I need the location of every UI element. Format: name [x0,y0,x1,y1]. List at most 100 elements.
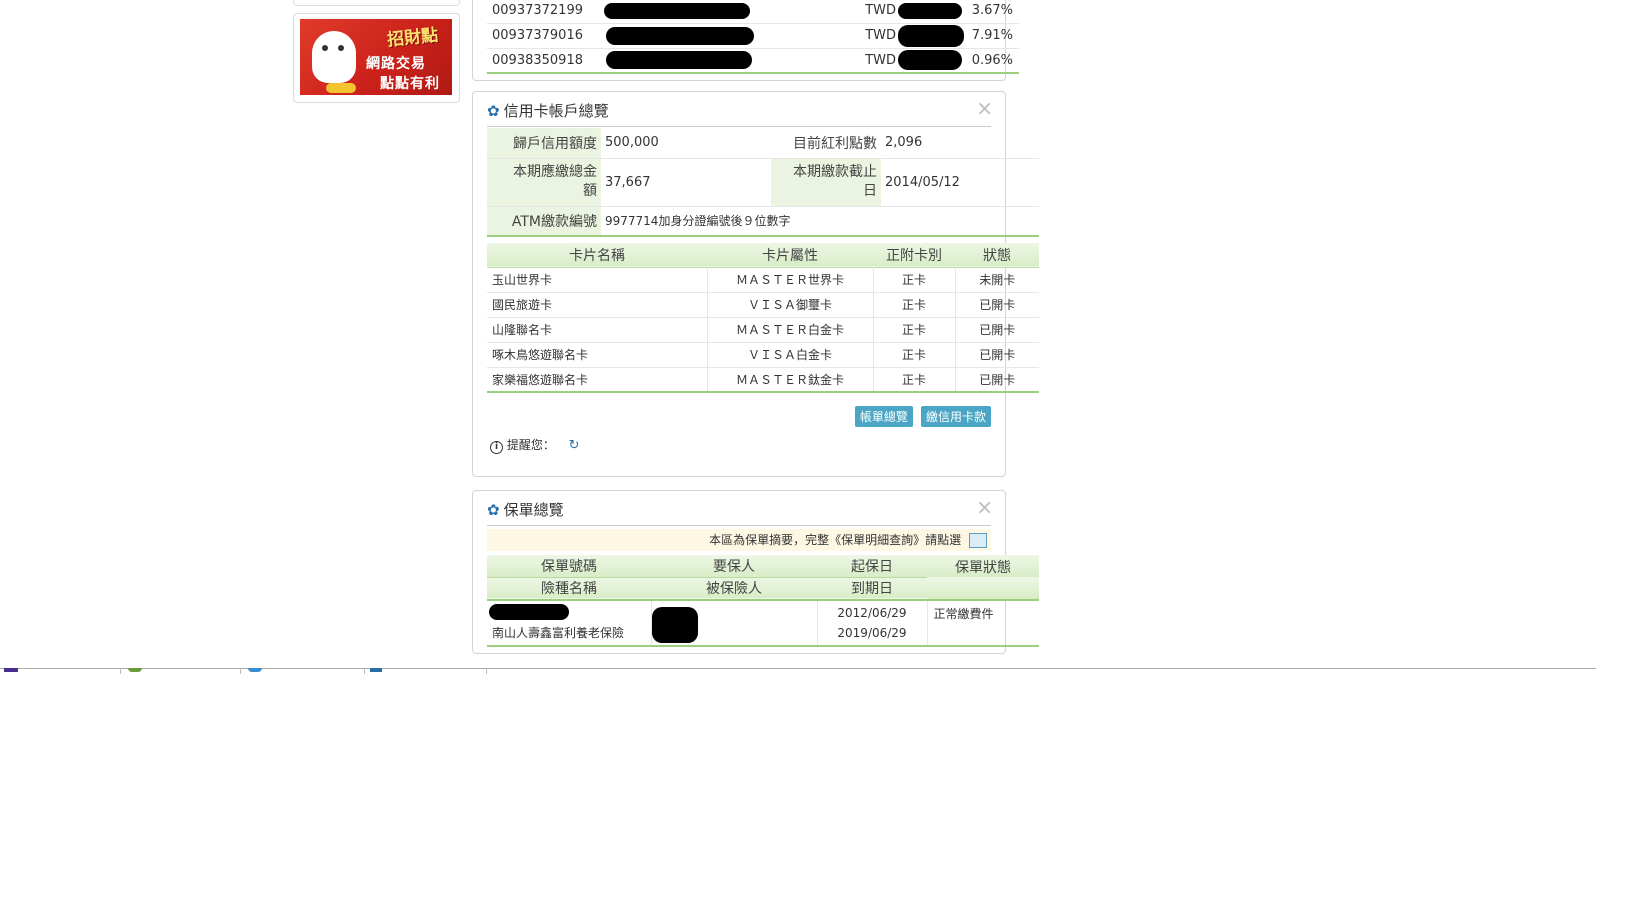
atm-value: 9977714加身分證編號後９位數字 [605,214,791,229]
taskbar-icon[interactable] [4,668,18,672]
deadline-label: 本期繳款截止 日 [771,158,881,206]
redacted-mark [606,51,752,70]
card-type: 正卡 [873,292,956,317]
card-status: 未開卡 [979,273,1016,287]
taskbar-icon[interactable] [248,668,262,672]
cards-header-row: 卡片名稱 卡片屬性 正附卡別 狀態 [487,243,1039,267]
promo-line-1: 網路交易 [366,56,426,72]
table-row: ATM繳款編號 9977714加身分證編號後９位數字 [487,206,1039,236]
table-row: 啄木鳥悠遊聯名卡 ＶＩＳＡ白金卡 正卡 已開卡 [487,342,1039,367]
card-attr: ＶＩＳＡ御璽卡 [707,292,874,317]
deadline-value: 2014/05/12 [885,174,960,190]
reminder: i 提醒您： ↻ [490,436,580,454]
card-status: 已開卡 [979,348,1016,362]
limit-value: 500,000 [605,135,659,151]
card-attr: ＶＩＳＡ白金卡 [707,342,874,367]
statement-overview-button[interactable]: 帳單總覽 [854,406,913,427]
fund-currency: TWD [865,28,896,43]
gear-icon[interactable]: ✿ [487,102,500,120]
panel-title: ✿ 保單總覽 [487,499,564,520]
card-type: 正卡 [873,342,956,367]
panel-title: ✿ 信用卡帳戶總覽 [487,100,609,121]
fund-account: 00937372199 [492,3,583,19]
policy-people-cell [651,600,818,646]
credit-title: 信用卡帳戶總覽 [503,102,609,120]
info-icon: i [490,441,503,454]
divider [487,126,991,127]
table-row: 國民旅遊卡 ＶＩＳＡ御璽卡 正卡 已開卡 [487,292,1039,317]
col-insured: 被保險人 [651,576,817,600]
redacted-mark [651,607,698,643]
col-policy-status: 保單狀態 [955,560,1011,576]
close-icon[interactable]: × [976,497,993,517]
redacted-mark [489,604,569,620]
redacted-mark [606,26,754,45]
promo-badge: 招財點 [386,25,440,51]
redacted-mark [898,2,962,19]
limit-label: 歸戶信用額度 [487,128,601,158]
col-applicant: 要保人 [713,558,755,575]
fund-currency: TWD [865,52,896,68]
fund-account: 00938350918 [492,52,583,68]
col-card-type: 正附卡別 [886,247,942,264]
policy-status: 正常繳費件 [933,607,994,621]
table-row: 山隆聯名卡 ＭＡＳＴＥＲ白金卡 正卡 已開卡 [487,317,1039,342]
card-actions: 帳單總覽 繳信用卡款 [854,406,991,427]
card-attr: ＭＡＳＴＥＲ世界卡 [707,267,874,292]
pay-credit-card-button[interactable]: 繳信用卡款 [920,406,991,427]
refresh-icon[interactable]: ↻ [569,438,580,453]
reminder-label: 提醒您： [506,438,555,452]
cat-mascot-icon [312,31,356,83]
table-row: 玉山世界卡 ＭＡＳＴＥＲ世界卡 正卡 未開卡 [487,267,1039,292]
document-link-icon[interactable] [969,533,987,548]
taskbar-divider [364,668,365,674]
policy-start-date: 2012/06/29 [837,606,907,620]
taskbar-divider [486,668,487,674]
policy-end-date: 2019/06/29 [837,626,907,640]
card-name: 啄木鳥悠遊聯名卡 [487,342,708,367]
col-policy-number: 保單號碼 [541,558,597,575]
col-insurance-kind: 險種名稱 [487,576,651,600]
redacted-mark [898,24,964,47]
policy-notice-bar: 本區為保單摘要，完整《保單明細查詢》請點選 [487,529,991,551]
credit-card-panel: ✿ 信用卡帳戶總覽 × 歸戶信用額度 500,000 目前紅利點數 2,096 本… [472,91,1039,477]
card-name: 玉山世界卡 [487,267,708,292]
col-start-date: 起保日 [851,558,893,575]
fund-rate: 0.96% [971,52,1013,68]
fund-rate: 7.91% [971,28,1013,43]
card-status: 已開卡 [979,298,1016,312]
card-name: 家樂福悠遊聯名卡 [487,367,708,392]
due-value: 37,667 [605,174,651,190]
taskbar-divider [240,668,241,674]
policy-panel: ✿ 保單總覽 × 本區為保單摘要，完整《保單明細查詢》請點選 保單號碼 要保人 起… [472,490,1039,654]
card-attr: ＭＡＳＴＥＲ鈦金卡 [707,367,874,392]
taskbar-icon[interactable] [128,668,142,672]
taskbar-icon[interactable] [370,668,382,672]
col-card-name: 卡片名稱 [569,247,625,264]
deadline-label-line-1: 本期繳款截止 [793,164,877,180]
table-row: 歸戶信用額度 500,000 目前紅利點數 2,096 [487,128,1039,158]
gear-icon[interactable]: ✿ [487,501,500,519]
table-row: 家樂福悠遊聯名卡 ＭＡＳＴＥＲ鈦金卡 正卡 已開卡 [487,367,1039,392]
fund-currency: TWD [865,3,896,19]
policy-header-row-1: 保單號碼 要保人 起保日 保單狀態 [487,555,1039,577]
points-label: 目前紅利點數 [771,128,881,158]
promo-image[interactable]: 招財點 網路交易 點點有利 [300,19,452,95]
redacted-mark [604,2,750,19]
coins-icon [326,83,356,93]
fund-rate: 3.67% [971,3,1013,19]
table-row: 本期應繳總金 額 37,667 本期繳款截止 日 2014/05/12 [487,158,1039,206]
card-name: 國民旅遊卡 [487,292,708,317]
policy-dates-cell: 2012/06/29 2019/06/29 [817,600,928,646]
card-status: 已開卡 [979,323,1016,337]
col-card-status: 狀態 [983,247,1011,264]
close-icon[interactable]: × [976,98,993,118]
policy-number-cell: 南山人壽鑫富利養老保險 [487,600,652,646]
taskbar-divider [120,668,121,674]
promo-banner[interactable]: 招財點 網路交易 點點有利 [293,13,460,103]
due-label-line-1: 本期應繳總金 [513,164,597,180]
col-card-attr: 卡片屬性 [762,247,818,264]
policy-kind: 南山人壽鑫富利養老保險 [492,626,625,640]
table-row: 00937372199 TWD 3.67% [487,0,1019,23]
card-type: 正卡 [873,367,956,392]
